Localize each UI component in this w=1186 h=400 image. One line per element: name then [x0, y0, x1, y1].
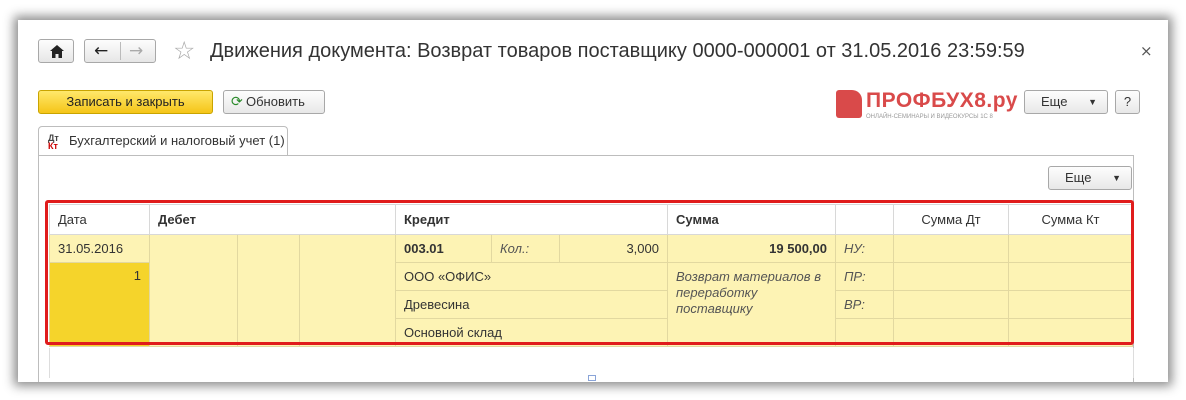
grid-more-button[interactable]: Еще ▼	[1048, 166, 1132, 190]
logo-text: ПРОФБУХ8.ру	[866, 89, 1018, 112]
table-header-row: Дата Дебет Кредит Сумма Сумма Дт Сумма К…	[49, 204, 1133, 235]
header-debit[interactable]: Дебет	[149, 204, 396, 235]
cell-nu-label: НУ:	[835, 234, 894, 263]
divider	[120, 42, 121, 60]
more-button[interactable]: Еще ▼	[1024, 90, 1108, 114]
back-forward-group: ← →	[84, 39, 156, 63]
refresh-icon: ⟳	[231, 94, 243, 110]
cell-vr-kt[interactable]	[1008, 290, 1133, 319]
window-title: Движения документа: Возврат товаров пост…	[210, 40, 1025, 62]
movements-table: Дата Дебет Кредит Сумма Сумма Дт Сумма К…	[49, 204, 1133, 347]
cell-credit-subconto-3[interactable]: Основной склад	[395, 318, 668, 347]
cell-content[interactable]: Возврат материалов в переработку поставщ…	[667, 262, 836, 347]
home-button[interactable]	[38, 39, 74, 63]
resize-handle[interactable]	[588, 375, 596, 381]
help-button[interactable]: ?	[1115, 90, 1140, 114]
logo-mark-icon	[836, 90, 862, 118]
cell-vr-label: ВР:	[835, 290, 894, 319]
tab-accounting[interactable]: Дт Кт Бухгалтерский и налоговый учет (1)	[38, 126, 288, 156]
cell-qty-label: Кол.:	[491, 234, 560, 263]
caret-down-icon: ▼	[1088, 97, 1097, 107]
cell-vr-dt[interactable]	[893, 290, 1009, 319]
close-icon[interactable]: ×	[1140, 42, 1153, 60]
cell-credit-subconto-2[interactable]: Древесина	[395, 290, 668, 319]
cell-pr-kt[interactable]	[1008, 262, 1133, 291]
logo-subtitle: ОНЛАЙН-СЕМИНАРЫ И ВИДЕОКУРСЫ 1С 8	[866, 114, 993, 120]
cell-pr-label: ПР:	[835, 262, 894, 291]
cell-line-number[interactable]: 1	[49, 262, 150, 347]
cell-pr-dt[interactable]	[893, 262, 1009, 291]
home-icon	[50, 45, 64, 58]
cell-empty	[893, 318, 1009, 347]
tab-label: Бухгалтерский и налоговый учет (1)	[69, 133, 285, 148]
header-blank	[835, 204, 894, 235]
cell-sum[interactable]: 19 500,00	[667, 234, 836, 263]
forward-arrow-icon[interactable]: →	[129, 41, 143, 61]
caret-down-icon: ▼	[1112, 173, 1121, 183]
cell-debit-1[interactable]	[149, 234, 238, 347]
table-row[interactable]: 31.05.2016 003.01 Кол.: 3,000 19 500,00 …	[49, 234, 1133, 347]
table-empty-area	[49, 348, 1134, 378]
header-sum-kt[interactable]: Сумма Кт	[1008, 204, 1133, 235]
cell-debit-3[interactable]	[299, 234, 396, 347]
more-label: Еще	[1041, 94, 1068, 109]
save-and-close-button[interactable]: Записать и закрыть	[38, 90, 213, 114]
refresh-button[interactable]: ⟳ Обновить	[223, 90, 325, 114]
favorite-star-icon[interactable]: ☆	[173, 36, 195, 65]
grid-more-label: Еще	[1065, 170, 1092, 185]
back-arrow-icon[interactable]: ←	[94, 41, 108, 61]
cell-debit-2[interactable]	[237, 234, 300, 347]
cell-nu-dt[interactable]	[893, 234, 1009, 263]
document-movements-window: ← → ☆ Движения документа: Возврат товаро…	[18, 20, 1168, 382]
dt-kt-icon: Дт Кт	[48, 133, 59, 151]
cell-empty	[1008, 318, 1133, 347]
cell-empty	[835, 318, 894, 347]
cell-nu-kt[interactable]	[1008, 234, 1133, 263]
cell-date[interactable]: 31.05.2016	[49, 234, 150, 263]
header-sum-dt[interactable]: Сумма Дт	[893, 204, 1009, 235]
header-sum[interactable]: Сумма	[667, 204, 836, 235]
header-date[interactable]: Дата	[49, 204, 150, 235]
header-credit[interactable]: Кредит	[395, 204, 668, 235]
cell-credit-account[interactable]: 003.01	[395, 234, 492, 263]
refresh-label: Обновить	[246, 94, 305, 109]
cell-credit-subconto-1[interactable]: ООО «ОФИС»	[395, 262, 668, 291]
cell-qty-value[interactable]: 3,000	[559, 234, 668, 263]
